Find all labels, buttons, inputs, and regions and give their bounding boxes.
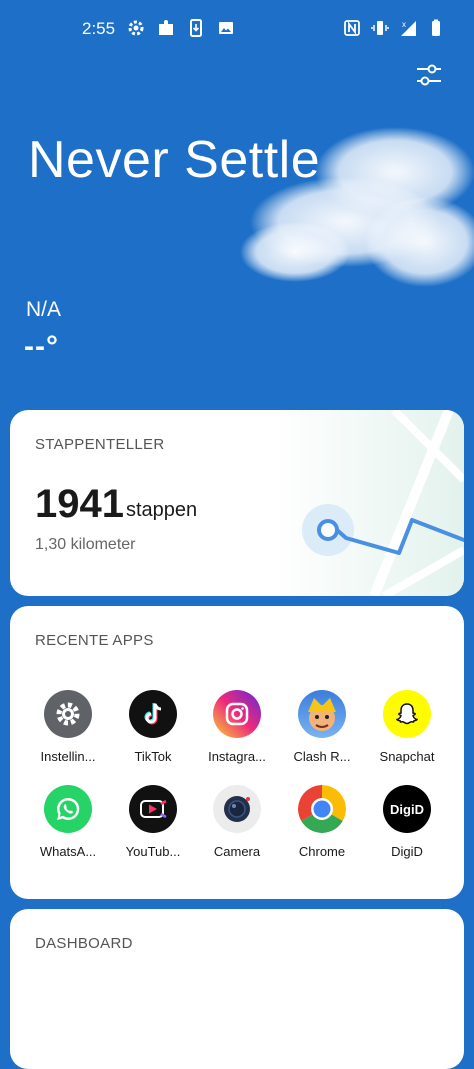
- status-time: 2:55: [82, 19, 116, 38]
- camera-icon: [213, 785, 261, 833]
- status-right-icons: x: [342, 18, 446, 38]
- app-label: TikTok: [134, 749, 172, 764]
- app-label: YouTub...: [125, 844, 181, 859]
- whatsapp-icon: [44, 785, 92, 833]
- step-count: 1941: [35, 482, 124, 526]
- digid-icon: DigiD: [383, 785, 431, 833]
- sliders-icon[interactable]: [414, 60, 444, 90]
- app-label: Camera: [213, 844, 261, 859]
- app-label: DigiD: [391, 844, 423, 859]
- app-label: Instagra...: [208, 749, 266, 764]
- step-unit: stappen: [126, 499, 198, 521]
- gear-icon: [126, 18, 146, 38]
- recent-apps-title: RECENTE APPS: [35, 632, 154, 649]
- app-label: Chrome: [298, 844, 346, 859]
- app-whatsapp[interactable]: WhatsA...: [26, 785, 110, 859]
- battery-icon: [426, 18, 446, 38]
- hero-title: Never Settle: [28, 131, 321, 189]
- app-snapchat[interactable]: Snapchat: [365, 690, 449, 764]
- weather-temperature[interactable]: --°: [24, 330, 59, 364]
- step-counter-card[interactable]: STAPPENTELLER 1941 stappen 1,30 kilomete…: [10, 410, 464, 596]
- nfc-icon: [342, 18, 362, 38]
- status-left-icons: [126, 18, 236, 38]
- app-youtube[interactable]: YouTub...: [111, 785, 195, 859]
- vibrate-icon: [370, 18, 390, 38]
- app-settings[interactable]: Instellin...: [26, 690, 110, 764]
- settings-gear-icon: [44, 690, 92, 738]
- app-camera[interactable]: Camera: [195, 785, 279, 859]
- app-label: WhatsA...: [39, 844, 97, 859]
- dashboard-card: DASHBOARD: [10, 909, 464, 1069]
- app-instagram[interactable]: Instagra...: [195, 690, 279, 764]
- snapchat-ghost-icon: [383, 690, 431, 738]
- app-label: Clash R...: [293, 749, 351, 764]
- dashboard-title: DASHBOARD: [35, 935, 133, 952]
- status-bar: 2:55 x: [0, 0, 474, 58]
- clash-royale-icon: [298, 690, 346, 738]
- signal-icon: x: [398, 18, 418, 38]
- tiktok-icon: [129, 690, 177, 738]
- digid-icon-text: DigiD: [390, 801, 424, 817]
- app-chrome[interactable]: Chrome: [280, 785, 364, 859]
- app-clash-royale[interactable]: Clash R...: [280, 690, 364, 764]
- download-icon: [186, 18, 206, 38]
- chrome-icon: [298, 785, 346, 833]
- app-label: Instellin...: [40, 749, 96, 764]
- step-counter-title: STAPPENTELLER: [35, 436, 165, 453]
- image-icon: [216, 18, 236, 38]
- recent-apps-card: RECENTE APPS Instellin... TikTok Instagr…: [10, 606, 464, 899]
- step-distance: 1,30 kilometer: [35, 536, 136, 553]
- svg-text:x: x: [402, 20, 406, 29]
- app-label: Snapchat: [379, 749, 435, 764]
- puzzle-icon: [156, 18, 176, 38]
- weather-location[interactable]: N/A: [26, 298, 61, 322]
- instagram-icon: [213, 690, 261, 738]
- app-tiktok[interactable]: TikTok: [111, 690, 195, 764]
- map-route-illustration: [274, 410, 464, 596]
- app-digid[interactable]: DigiD DigiD: [365, 785, 449, 859]
- youtube-create-icon: [129, 785, 177, 833]
